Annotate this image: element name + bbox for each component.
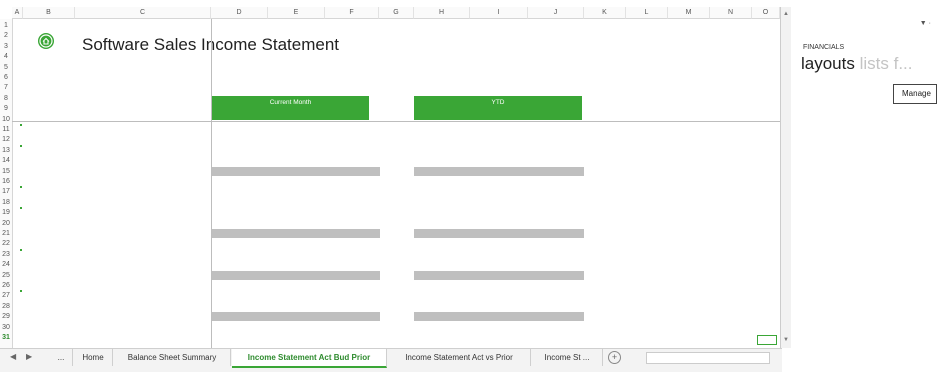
- row-number[interactable]: 13: [0, 146, 12, 155]
- column-header-c[interactable]: C: [75, 7, 211, 19]
- column-header-g[interactable]: G: [379, 7, 414, 19]
- row-number[interactable]: 1: [0, 21, 12, 30]
- column-header-m[interactable]: M: [668, 7, 710, 19]
- row-number[interactable]: 7: [0, 83, 12, 92]
- subtotal-band-ytd: [414, 229, 584, 238]
- tab-income-statement-act-vs-prior[interactable]: Income Statement Act vs Prior: [388, 349, 531, 366]
- tab-income-st-more[interactable]: Income St ...: [532, 349, 603, 366]
- row-number[interactable]: 19: [0, 208, 12, 217]
- column-header-d[interactable]: D: [211, 7, 268, 19]
- tab-layouts[interactable]: layouts: [801, 54, 855, 73]
- row-number[interactable]: 4: [0, 52, 12, 61]
- row-number[interactable]: 9: [0, 104, 12, 113]
- row-number[interactable]: 31: [0, 333, 12, 342]
- column-header-n[interactable]: N: [710, 7, 752, 19]
- row-number[interactable]: 14: [0, 156, 12, 165]
- column-header-l[interactable]: L: [626, 7, 668, 19]
- freeze-pane-horizontal: [12, 121, 782, 122]
- column-header-e[interactable]: E: [268, 7, 325, 19]
- column-header-f[interactable]: F: [325, 7, 379, 19]
- panel-heading: layouts lists f...: [801, 54, 913, 74]
- side-panel: ▼ · FINANCIALS layouts lists f... Manage: [791, 0, 937, 372]
- comment-marker: [20, 124, 22, 126]
- row-number[interactable]: 25: [0, 271, 12, 280]
- comment-marker: [20, 144, 22, 147]
- horizontal-scrollbar[interactable]: [646, 352, 770, 364]
- row-number[interactable]: 22: [0, 239, 12, 248]
- row-number[interactable]: 3: [0, 42, 12, 51]
- tab-home[interactable]: Home: [74, 349, 113, 366]
- row-number[interactable]: 2: [0, 31, 12, 40]
- row-number[interactable]: 18: [0, 198, 12, 207]
- row-number[interactable]: 12: [0, 135, 12, 144]
- row-number[interactable]: 10: [0, 115, 12, 124]
- selected-cell[interactable]: [757, 335, 777, 345]
- row-number[interactable]: 28: [0, 302, 12, 311]
- column-header-b[interactable]: B: [23, 7, 75, 19]
- row-number[interactable]: 8: [0, 94, 12, 103]
- row-number[interactable]: 29: [0, 312, 12, 321]
- tab-more-left[interactable]: ...: [50, 349, 73, 366]
- row-number[interactable]: 24: [0, 260, 12, 269]
- panel-section: FINANCIALS: [803, 44, 845, 51]
- comment-marker: [20, 186, 22, 189]
- row-number[interactable]: 17: [0, 187, 12, 196]
- row-number[interactable]: 11: [0, 125, 12, 134]
- column-header-k[interactable]: K: [584, 7, 626, 19]
- row-number[interactable]: 20: [0, 219, 12, 228]
- spreadsheet-grid[interactable]: ABCDEFGHIJKLMNO 1 2 3 4 5 6 7 8 9 10 11 12 13 14 15 16 1…: [0, 0, 782, 348]
- manage-button[interactable]: Manage: [893, 84, 937, 104]
- subtotal-band-ytd: [414, 270, 584, 280]
- tab-prev-icon[interactable]: ◀: [10, 352, 16, 361]
- plus-circle-icon[interactable]: +: [608, 351, 621, 364]
- ytd-label: YTD: [491, 99, 505, 106]
- row-number[interactable]: 26: [0, 281, 12, 290]
- column-header-h[interactable]: H: [414, 7, 470, 19]
- dropdown-icon[interactable]: ▼ ·: [920, 20, 931, 27]
- column-header-j[interactable]: J: [528, 7, 584, 19]
- scroll-up-icon[interactable]: ▲: [783, 11, 789, 17]
- row-number[interactable]: 21: [0, 229, 12, 238]
- subtotal-band-current: [212, 270, 380, 280]
- subtotal-band-current: [212, 229, 380, 238]
- row-number[interactable]: 5: [0, 63, 12, 72]
- column-header-o[interactable]: O: [752, 7, 780, 19]
- row-number[interactable]: 23: [0, 250, 12, 259]
- row-headers: 1 2 3 4 5 6 7 8 9 10 11 12 13 14 15 16 17 18 19 20 21 22 23 24 2…: [0, 19, 13, 348]
- tab-next-icon[interactable]: ▶: [26, 352, 32, 361]
- subtotal-band-ytd: [414, 166, 584, 176]
- vertical-scrollbar[interactable]: ▲ ▼: [780, 7, 791, 348]
- row-number[interactable]: 6: [0, 73, 12, 82]
- row-number[interactable]: 15: [0, 167, 12, 176]
- comment-marker: [20, 248, 22, 251]
- sheet-tabs: ◀ ▶ ... Home Balance Sheet Summary Incom…: [0, 348, 782, 372]
- current-month-label: Current Month: [269, 99, 312, 106]
- tab-income-statement-act-bud-prior[interactable]: Income Statement Act Bud Prior: [232, 349, 387, 368]
- comment-marker: [20, 207, 22, 210]
- row-number[interactable]: 16: [0, 177, 12, 186]
- row-number[interactable]: 27: [0, 291, 12, 300]
- subtotal-band-ytd: [414, 312, 584, 322]
- freeze-pane-vertical: [211, 19, 212, 348]
- scroll-down-icon[interactable]: ▼: [783, 337, 789, 343]
- tab-lists[interactable]: lists f...: [860, 54, 913, 73]
- subtotal-band-current: [212, 166, 380, 176]
- tab-balance-sheet-summary[interactable]: Balance Sheet Summary: [114, 349, 231, 366]
- comment-marker: [20, 290, 22, 293]
- home-icon[interactable]: [38, 33, 54, 49]
- row-number[interactable]: 30: [0, 323, 12, 332]
- subtotal-band-current: [212, 312, 380, 322]
- column-header-a[interactable]: A: [12, 7, 23, 19]
- column-header-i[interactable]: I: [470, 7, 528, 19]
